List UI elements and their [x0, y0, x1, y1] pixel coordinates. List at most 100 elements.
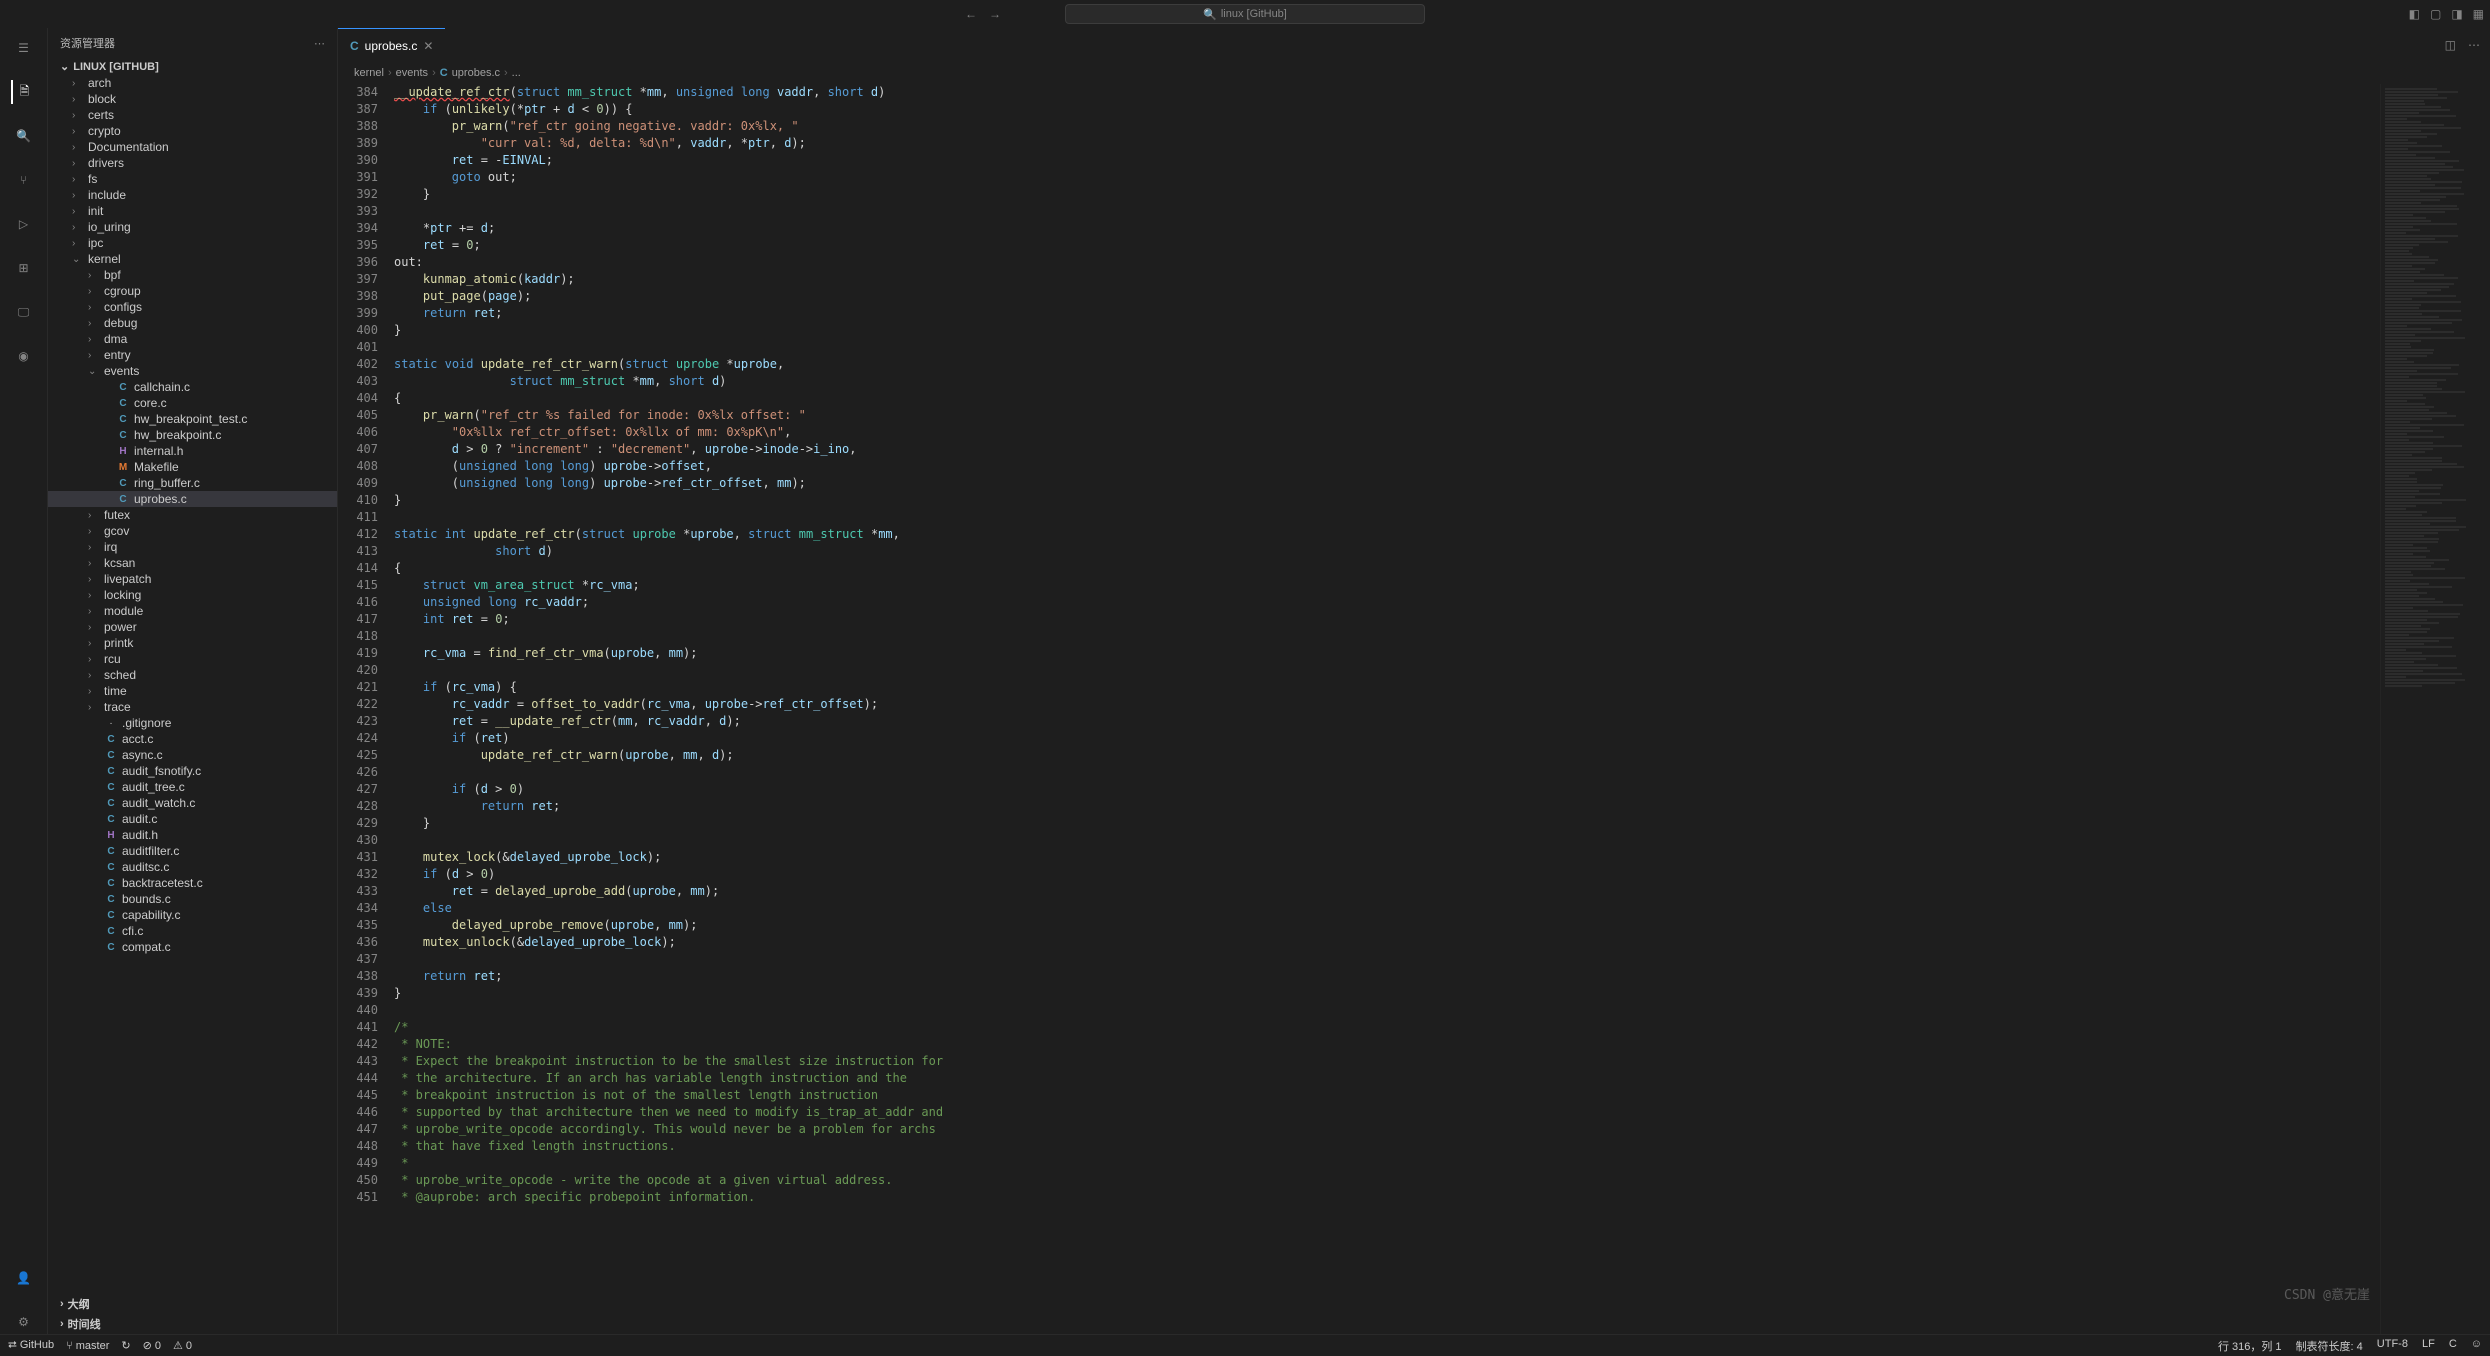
customize-layout-icon[interactable]: ▦	[2473, 7, 2484, 21]
nav-forward-icon[interactable]: →	[989, 7, 1001, 21]
remote-indicator[interactable]: ⮂ GitHub	[8, 1339, 54, 1352]
editor[interactable]: 384 387 388 389 390 391 392 393 394 395 …	[338, 84, 2490, 1334]
account-icon[interactable]: 👤	[12, 1266, 36, 1290]
file-backtracetest.c[interactable]: Cbacktracetest.c	[48, 875, 337, 891]
folder-Documentation[interactable]: ›Documentation	[48, 139, 337, 155]
lang-mode[interactable]: C	[2449, 1338, 2457, 1354]
folder-livepatch[interactable]: ›livepatch	[48, 571, 337, 587]
folder-entry[interactable]: ›entry	[48, 347, 337, 363]
toggle-panel-right-icon[interactable]: ◨	[2451, 7, 2462, 21]
file-auditsc.c[interactable]: Cauditsc.c	[48, 859, 337, 875]
minimap[interactable]	[2380, 84, 2490, 1334]
folder-gcov[interactable]: ›gcov	[48, 523, 337, 539]
folder-events[interactable]: ⌄ events	[48, 363, 337, 379]
file-capability.c[interactable]: Ccapability.c	[48, 907, 337, 923]
search-nav-icon[interactable]: 🔍	[12, 124, 36, 148]
folder-printk[interactable]: ›printk	[48, 635, 337, 651]
folder-futex[interactable]: ›futex	[48, 507, 337, 523]
crumb[interactable]: events	[396, 67, 428, 79]
file-callchain.c[interactable]: Ccallchain.c	[48, 379, 337, 395]
file-audit.c[interactable]: Caudit.c	[48, 811, 337, 827]
folder-locking[interactable]: ›locking	[48, 587, 337, 603]
folder-sched[interactable]: ›sched	[48, 667, 337, 683]
folder-power[interactable]: ›power	[48, 619, 337, 635]
menu-icon[interactable]: ☰	[12, 36, 36, 60]
file-auditfilter.c[interactable]: Cauditfilter.c	[48, 843, 337, 859]
errors-count[interactable]: ⊘ 0	[143, 1339, 161, 1352]
folder-bpf[interactable]: ›bpf	[48, 267, 337, 283]
file-internal.h[interactable]: Hinternal.h	[48, 443, 337, 459]
feedback-icon[interactable]: ☺	[2471, 1338, 2482, 1354]
folder-kcsan[interactable]: ›kcsan	[48, 555, 337, 571]
file-audit.h[interactable]: Haudit.h	[48, 827, 337, 843]
project-root[interactable]: ⌄ LINUX [GITHUB]	[48, 58, 337, 75]
timeline-section[interactable]: › 时间线	[48, 1314, 337, 1334]
folder-fs[interactable]: ›fs	[48, 171, 337, 187]
folder-module[interactable]: ›module	[48, 603, 337, 619]
file-async.c[interactable]: Casync.c	[48, 747, 337, 763]
file-audit_tree.c[interactable]: Caudit_tree.c	[48, 779, 337, 795]
branch-indicator[interactable]: ⑂ master	[66, 1340, 109, 1352]
file-hw_breakpoint_test.c[interactable]: Chw_breakpoint_test.c	[48, 411, 337, 427]
close-icon[interactable]: ✕	[423, 39, 433, 53]
folder-time[interactable]: ›time	[48, 683, 337, 699]
folder-debug[interactable]: ›debug	[48, 315, 337, 331]
folder-io_uring[interactable]: ›io_uring	[48, 219, 337, 235]
file-uprobes.c[interactable]: Cuprobes.c	[48, 491, 337, 507]
file-ring_buffer.c[interactable]: Cring_buffer.c	[48, 475, 337, 491]
breadcrumb[interactable]: kernel› events› C uprobes.c› ...	[338, 62, 2490, 84]
folder-init[interactable]: ›init	[48, 203, 337, 219]
folder-crypto[interactable]: ›crypto	[48, 123, 337, 139]
file-cfi.c[interactable]: Ccfi.c	[48, 923, 337, 939]
sync-icon[interactable]: ↻	[121, 1339, 130, 1352]
folder-trace[interactable]: ›trace	[48, 699, 337, 715]
warnings-count[interactable]: ⚠ 0	[173, 1339, 192, 1352]
command-center[interactable]: 🔍 linux [GitHub]	[1065, 4, 1425, 24]
crumb[interactable]: ...	[512, 67, 521, 79]
code-content[interactable]: __update_ref_ctr(struct mm_struct *mm, u…	[394, 84, 2380, 1334]
nav-back-icon[interactable]: ←	[965, 7, 977, 21]
chevron-right-icon: ›	[60, 1318, 64, 1330]
file-.gitignore[interactable]: ·.gitignore	[48, 715, 337, 731]
file-audit_fsnotify.c[interactable]: Caudit_fsnotify.c	[48, 763, 337, 779]
explorer-icon[interactable]: 🗎	[11, 80, 35, 104]
toggle-panel-left-icon[interactable]: ◧	[2409, 7, 2420, 21]
split-editor-icon[interactable]: ◫	[2445, 38, 2456, 52]
sidebar-more-icon[interactable]: ⋯	[314, 37, 325, 50]
github-icon[interactable]: ◉	[12, 344, 36, 368]
crumb[interactable]: kernel	[354, 67, 384, 79]
extensions-icon[interactable]: ⊞	[12, 256, 36, 280]
folder-ipc[interactable]: ›ipc	[48, 235, 337, 251]
file-bounds.c[interactable]: Cbounds.c	[48, 891, 337, 907]
folder-cgroup[interactable]: ›cgroup	[48, 283, 337, 299]
scm-icon[interactable]: ⑂	[12, 168, 36, 192]
settings-gear-icon[interactable]: ⚙	[12, 1310, 36, 1334]
outline-section[interactable]: › 大纲	[48, 1294, 337, 1314]
folder-kernel[interactable]: ⌄ kernel	[48, 251, 337, 267]
file-audit_watch.c[interactable]: Caudit_watch.c	[48, 795, 337, 811]
folder-include[interactable]: ›include	[48, 187, 337, 203]
folder-configs[interactable]: ›configs	[48, 299, 337, 315]
folder-irq[interactable]: ›irq	[48, 539, 337, 555]
file-Makefile[interactable]: MMakefile	[48, 459, 337, 475]
tab-size[interactable]: 制表符长度: 4	[2296, 1338, 2363, 1354]
crumb[interactable]: uprobes.c	[452, 67, 500, 79]
cursor-pos[interactable]: 行 316，列 1	[2218, 1338, 2282, 1354]
folder-rcu[interactable]: ›rcu	[48, 651, 337, 667]
file-compat.c[interactable]: Ccompat.c	[48, 939, 337, 955]
more-actions-icon[interactable]: ⋯	[2468, 38, 2480, 52]
folder-block[interactable]: ›block	[48, 91, 337, 107]
file-core.c[interactable]: Ccore.c	[48, 395, 337, 411]
file-acct.c[interactable]: Cacct.c	[48, 731, 337, 747]
file-hw_breakpoint.c[interactable]: Chw_breakpoint.c	[48, 427, 337, 443]
folder-certs[interactable]: ›certs	[48, 107, 337, 123]
remote-icon[interactable]: 🖵	[12, 300, 36, 324]
debug-icon[interactable]: ▷	[12, 212, 36, 236]
toggle-panel-bottom-icon[interactable]: ▢	[2430, 7, 2441, 21]
encoding[interactable]: UTF-8	[2377, 1338, 2408, 1354]
folder-drivers[interactable]: ›drivers	[48, 155, 337, 171]
eol[interactable]: LF	[2422, 1338, 2435, 1354]
tab-uprobes[interactable]: C uprobes.c ✕	[338, 28, 445, 62]
folder-dma[interactable]: ›dma	[48, 331, 337, 347]
folder-arch[interactable]: ›arch	[48, 75, 337, 91]
